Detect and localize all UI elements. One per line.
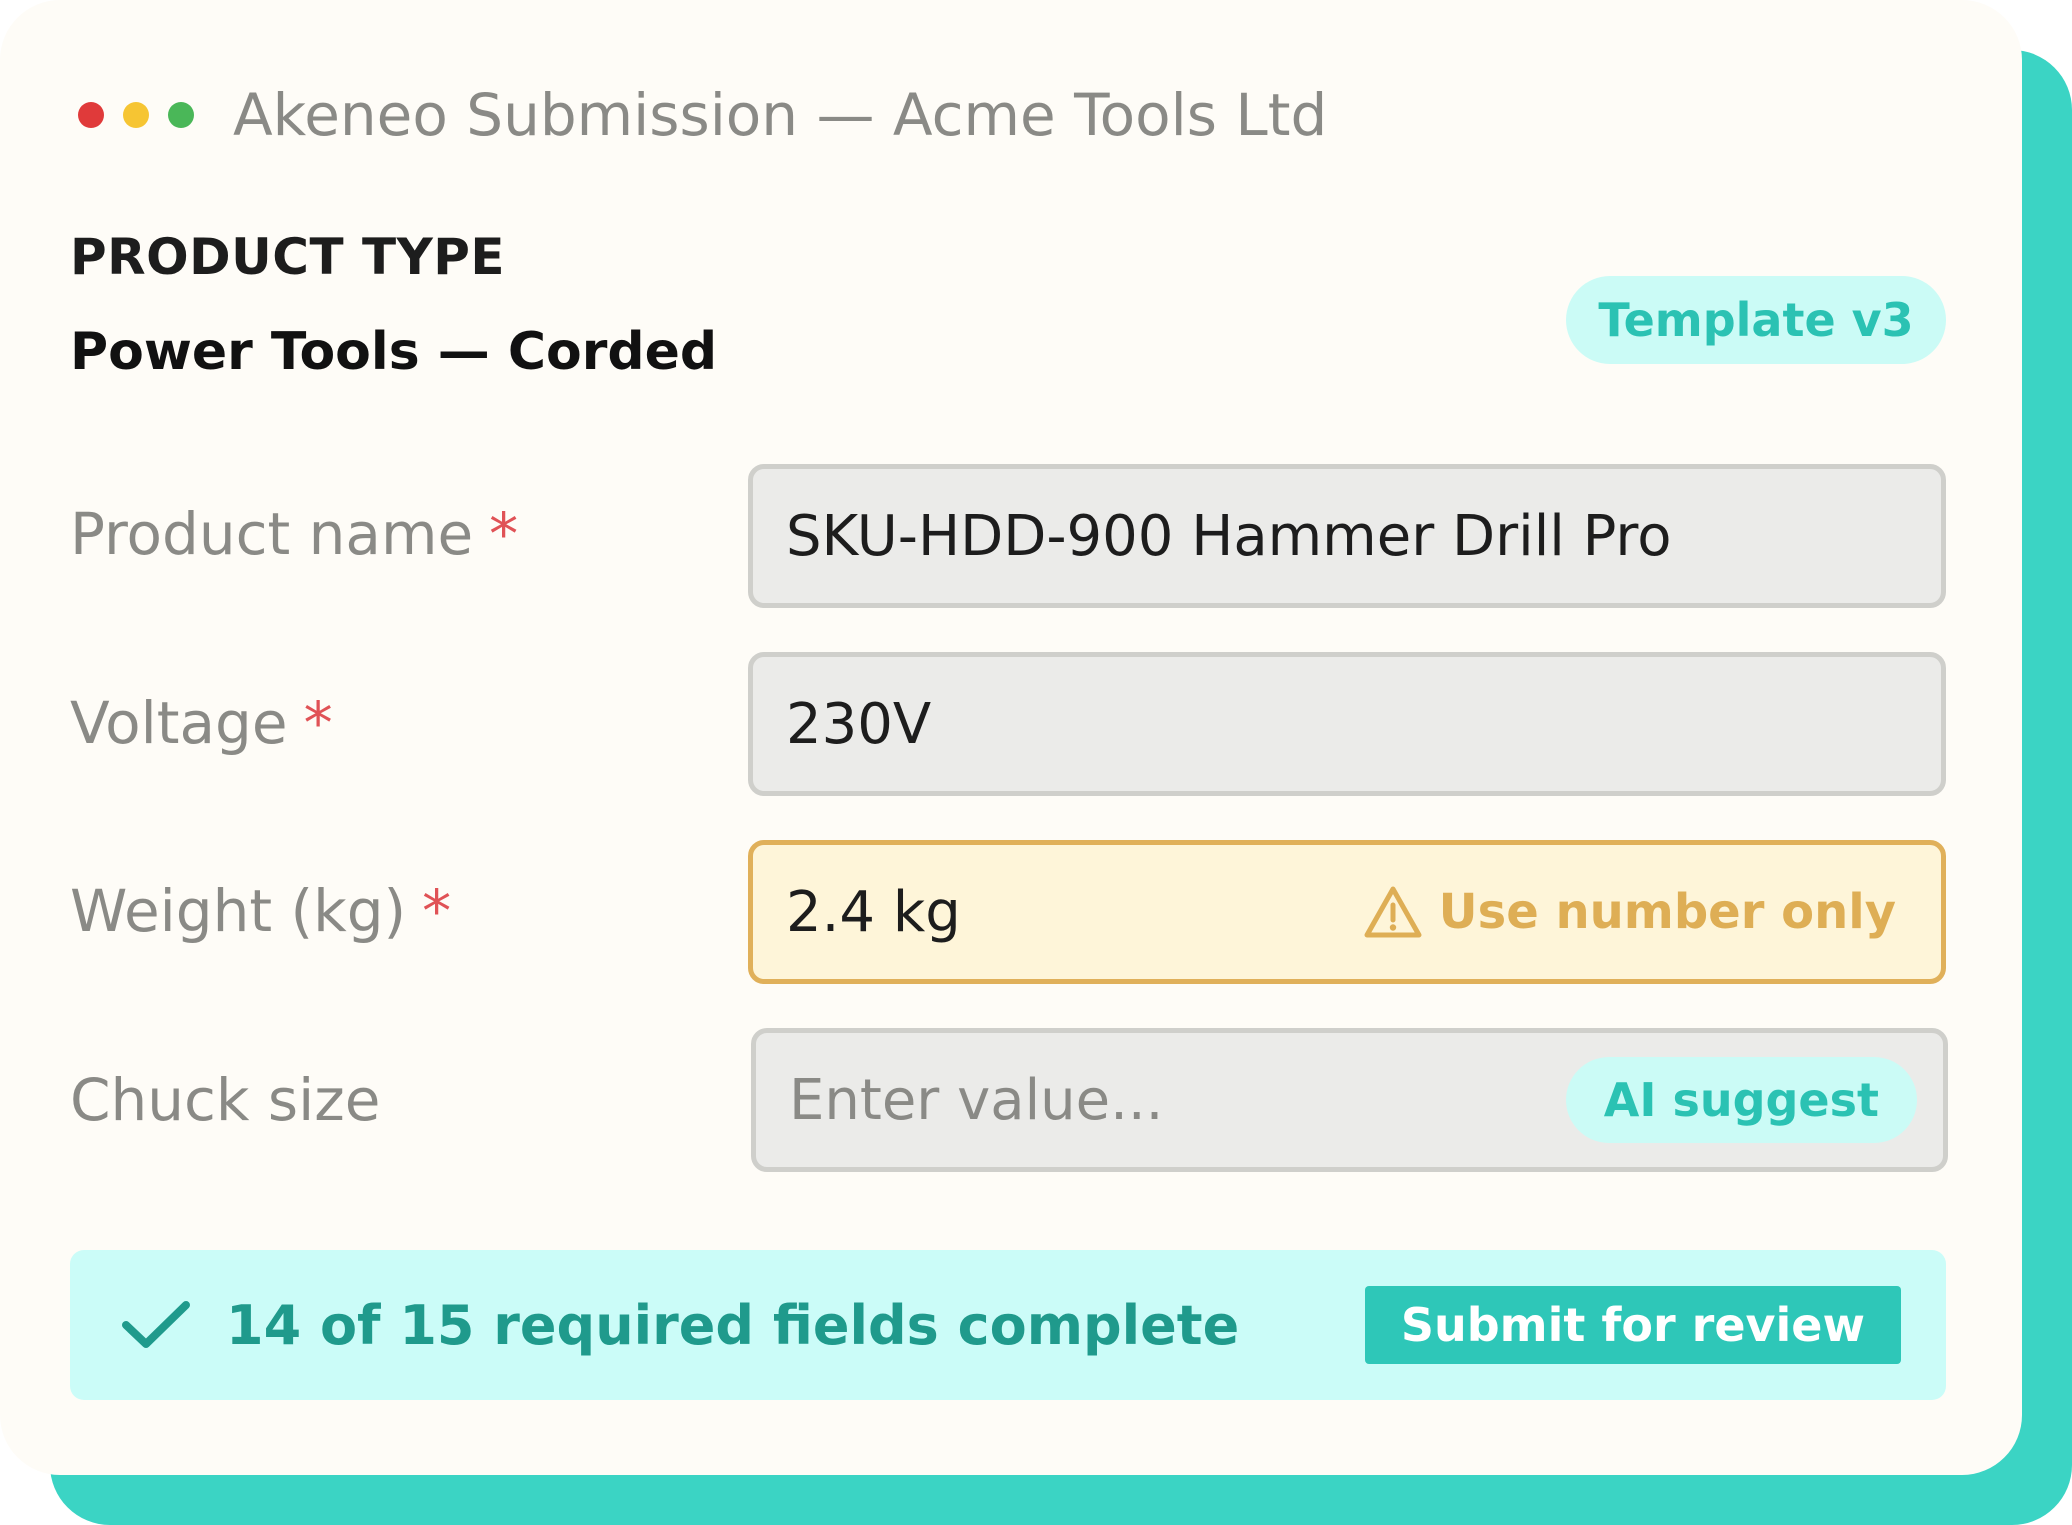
completion-status-bar: 14 of 15 required fields complete Submit… xyxy=(70,1250,1946,1400)
minimize-window-dot[interactable] xyxy=(123,102,149,128)
submission-card: Akeneo Submission — Acme Tools Ltd PRODU… xyxy=(0,0,2022,1475)
product-name-value: SKU-HDD-900 Hammer Drill Pro xyxy=(786,503,1672,569)
warning-icon xyxy=(1364,886,1422,938)
voltage-label: Voltage * xyxy=(70,689,333,757)
chuck-size-input[interactable]: Enter value... AI suggest xyxy=(751,1028,1948,1172)
product-name-label-text: Product name xyxy=(70,500,474,568)
template-badge: Template v3 xyxy=(1566,276,1946,364)
submit-for-review-button[interactable]: Submit for review xyxy=(1364,1286,1901,1364)
close-window-dot[interactable] xyxy=(78,102,104,128)
required-marker: * xyxy=(489,500,519,568)
voltage-input[interactable]: 230V xyxy=(748,652,1946,796)
product-name-label: Product name * xyxy=(70,500,518,568)
required-marker: * xyxy=(422,877,452,945)
required-marker: * xyxy=(303,689,333,757)
voltage-label-text: Voltage xyxy=(70,689,288,757)
weight-warning-text: Use number only xyxy=(1438,884,1896,940)
maximize-window-dot[interactable] xyxy=(168,102,194,128)
completion-status-text: 14 of 15 required fields complete xyxy=(226,1293,1240,1357)
checkmark-icon xyxy=(120,1299,192,1351)
product-type-heading: PRODUCT TYPE xyxy=(70,228,506,286)
voltage-value: 230V xyxy=(786,691,932,757)
ai-suggest-button[interactable]: AI suggest xyxy=(1565,1057,1917,1143)
chuck-size-placeholder: Enter value... xyxy=(789,1067,1164,1133)
chuck-size-label-text: Chuck size xyxy=(70,1066,381,1134)
weight-label: Weight (kg) * xyxy=(70,877,451,945)
chuck-size-label: Chuck size xyxy=(70,1066,380,1134)
weight-value: 2.4 kg xyxy=(786,879,961,945)
window-title: Akeneo Submission — Acme Tools Ltd xyxy=(233,81,1328,149)
weight-input[interactable]: 2.4 kg Use number only xyxy=(748,840,1946,984)
weight-label-text: Weight (kg) xyxy=(70,877,407,945)
product-name-input[interactable]: SKU-HDD-900 Hammer Drill Pro xyxy=(748,464,1946,608)
weight-validation-warning: Use number only xyxy=(1363,884,1896,940)
product-type-value: Power Tools — Corded xyxy=(70,322,718,382)
window-titlebar: Akeneo Submission — Acme Tools Ltd xyxy=(78,80,1327,150)
